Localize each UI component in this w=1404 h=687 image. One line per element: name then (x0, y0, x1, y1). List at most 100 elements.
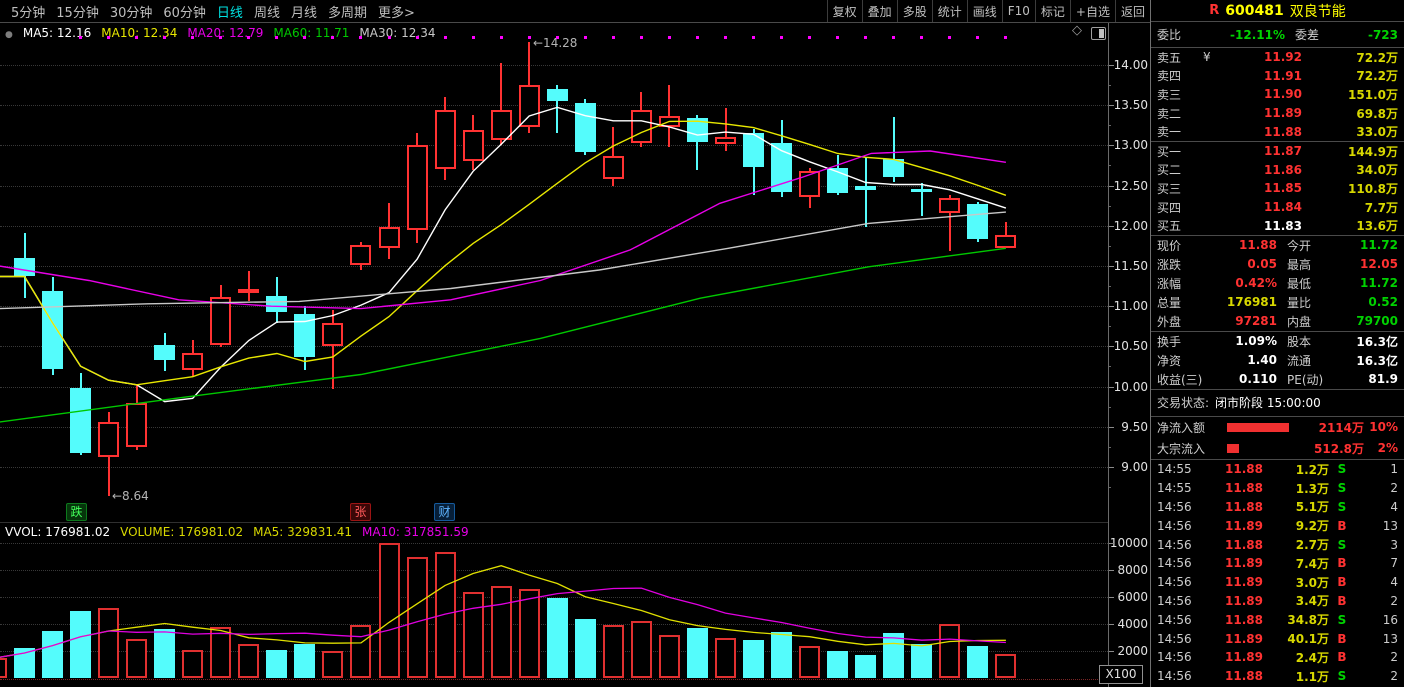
ask-amount: 33.0万 (1328, 123, 1398, 140)
flow-bar (1227, 444, 1239, 453)
ask-row[interactable]: 卖三11.90151.0万 (1151, 85, 1404, 104)
period-tab-月线[interactable]: 月线 (291, 2, 317, 21)
ask-levels: 卖五¥11.9272.2万卖四11.9172.2万卖三11.90151.0万卖二… (1151, 48, 1404, 141)
quote-label: 内盘 (1287, 313, 1335, 330)
quote-label: 流通 (1287, 352, 1335, 369)
bid-label: 买五 (1157, 217, 1203, 234)
tool-buttons: 复权叠加多股统计画线F10标记+自选返回 (827, 0, 1150, 22)
bid-row[interactable]: 买三11.85110.8万 (1151, 179, 1404, 198)
period-tab-15分钟[interactable]: 15分钟 (56, 2, 99, 21)
status-value: 闭市阶段 15:00:00 (1215, 394, 1321, 411)
tick-price: 11.89 (1197, 575, 1263, 589)
tick-count: 4 (1355, 575, 1398, 589)
tick-volume: 1.2万 (1263, 461, 1329, 478)
flow-bar (1227, 423, 1289, 432)
price-alert-icon: ¥ (1203, 50, 1215, 64)
period-tabs: 5分钟 15分钟 30分钟 60分钟日线周线月线多周期更多> (0, 2, 415, 21)
weicha-value: -723 (1335, 28, 1398, 42)
quote-value: 176981 (1211, 295, 1277, 309)
bid-label: 买四 (1157, 199, 1203, 216)
tick-count: 1 (1355, 462, 1398, 476)
tick-price: 11.89 (1197, 650, 1263, 664)
quote-panel: R 600481 双良节能 委比 -12.11% 委差 -723 卖五¥11.9… (1150, 0, 1404, 687)
flow-value: 512.8万 (1239, 440, 1364, 457)
tick-row: 14:5611.892.4万B2 (1151, 648, 1404, 667)
quote-value: 1.09% (1211, 334, 1277, 348)
toolbar-button-F10[interactable]: F10 (1002, 0, 1035, 22)
tick-price: 11.89 (1197, 632, 1263, 646)
period-tab-多周期[interactable]: 多周期 (328, 2, 367, 21)
ask-row[interactable]: 卖五¥11.9272.2万 (1151, 48, 1404, 67)
tick-direction: S (1329, 538, 1355, 552)
toolbar-button-统计[interactable]: 统计 (932, 0, 967, 22)
ask-amount: 72.2万 (1328, 49, 1398, 66)
ask-row[interactable]: 卖二11.8969.8万 (1151, 104, 1404, 123)
quote-row: 净资1.40流通16.3亿 (1151, 351, 1404, 370)
tick-count: 13 (1355, 519, 1398, 533)
period-tab-周线[interactable]: 周线 (254, 2, 280, 21)
quote-label: 涨幅 (1157, 275, 1211, 292)
ask-price: 11.89 (1203, 106, 1302, 120)
tick-price: 11.89 (1197, 519, 1263, 533)
tick-volume: 3.4万 (1263, 592, 1329, 609)
toolbar-button-+自选[interactable]: +自选 (1070, 0, 1115, 22)
period-tab-60分钟[interactable]: 60分钟 (163, 2, 206, 21)
tick-count: 2 (1355, 650, 1398, 664)
ask-row[interactable]: 卖四11.9172.2万 (1151, 67, 1404, 86)
tick-row: 14:5611.885.1万S4 (1151, 498, 1404, 517)
flow-label: 大宗流入 (1157, 440, 1219, 457)
bid-row[interactable]: 买五11.8313.6万 (1151, 216, 1404, 235)
tick-direction: S (1329, 500, 1355, 514)
tick-count: 2 (1355, 594, 1398, 608)
tick-list[interactable]: 14:5511.881.2万S114:5511.881.3万S214:5611.… (1151, 460, 1404, 683)
tick-volume: 1.3万 (1263, 480, 1329, 497)
quote-value: 97281 (1211, 314, 1277, 328)
quote-label: 最高 (1287, 256, 1335, 273)
quote-value: 0.42% (1211, 276, 1277, 290)
quote-label: 最低 (1287, 275, 1335, 292)
tick-volume: 34.8万 (1263, 611, 1329, 628)
tick-time: 14:55 (1157, 481, 1197, 495)
margin-flag: R (1209, 3, 1219, 18)
tick-time: 14:56 (1157, 500, 1197, 514)
bid-label: 买三 (1157, 180, 1203, 197)
ask-price: 11.88 (1203, 125, 1302, 139)
toolbar-button-多股[interactable]: 多股 (897, 0, 932, 22)
period-tab-30分钟[interactable]: 30分钟 (110, 2, 153, 21)
bid-row[interactable]: 买四11.847.7万 (1151, 198, 1404, 217)
weibi-value: -12.11% (1215, 28, 1285, 42)
toolbar-button-画线[interactable]: 画线 (967, 0, 1002, 22)
toolbar-button-标记[interactable]: 标记 (1035, 0, 1070, 22)
stock-name: 双良节能 (1290, 1, 1346, 21)
quote-label: 收益(三) (1157, 371, 1211, 388)
toolbar-button-复权[interactable]: 复权 (827, 0, 862, 22)
quote-label: 涨跌 (1157, 256, 1211, 273)
bid-price: 11.85 (1203, 181, 1302, 195)
flow-pct: 2% (1364, 441, 1398, 455)
quote-label: 今开 (1287, 237, 1335, 254)
period-tab-日线[interactable]: 日线 (217, 2, 243, 21)
toolbar-button-返回[interactable]: 返回 (1115, 0, 1150, 22)
ask-amount: 72.2万 (1328, 67, 1398, 84)
tick-row: 14:5511.881.3万S2 (1151, 479, 1404, 498)
period-tab-更多>[interactable]: 更多> (378, 2, 415, 21)
candlestick-chart[interactable]: ●MA5: 12.16MA10: 12.34MA20: 12.79MA60: 1… (0, 0, 1150, 687)
tick-price: 11.88 (1197, 481, 1263, 495)
diamond-icon[interactable]: ◇ (1072, 23, 1082, 38)
period-tab-5分钟[interactable]: 5分钟 (11, 2, 45, 21)
split-view-icon[interactable] (1091, 27, 1106, 40)
ask-row[interactable]: 卖一11.8833.0万 (1151, 122, 1404, 141)
ask-label: 卖三 (1157, 86, 1203, 103)
tick-price: 11.89 (1197, 556, 1263, 570)
bid-row[interactable]: 买二11.8634.0万 (1151, 161, 1404, 180)
tick-time: 14:56 (1157, 632, 1197, 646)
bid-label: 买一 (1157, 143, 1203, 160)
quote-label: 总量 (1157, 294, 1211, 311)
bid-row[interactable]: 买一11.87144.9万 (1151, 142, 1404, 161)
quote-row: 涨跌0.05最高12.05 (1151, 255, 1404, 274)
weibi-label: 委比 (1157, 26, 1215, 43)
tick-count: 2 (1355, 481, 1398, 495)
toolbar-button-叠加[interactable]: 叠加 (862, 0, 897, 22)
quote-label: 净资 (1157, 352, 1211, 369)
tick-time: 14:56 (1157, 538, 1197, 552)
